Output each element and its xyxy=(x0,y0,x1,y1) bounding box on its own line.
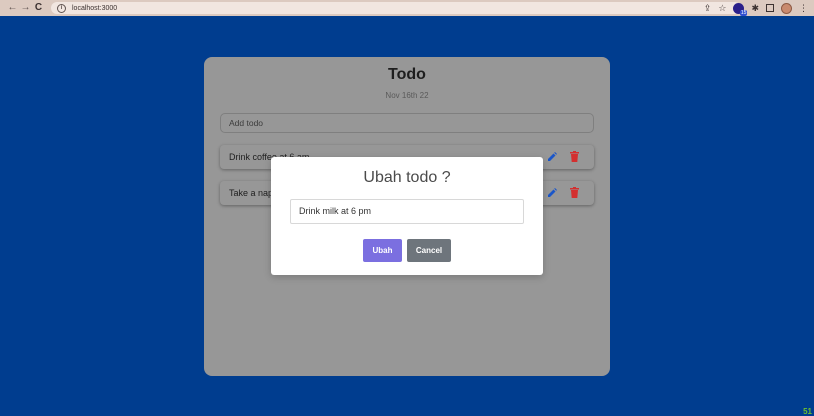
todo-text: Take a nap xyxy=(229,188,274,198)
pencil-edit-icon[interactable] xyxy=(547,152,557,162)
profile-avatar[interactable] xyxy=(781,2,792,14)
share-icon[interactable]: ⇪ xyxy=(704,0,712,16)
trash-delete-icon[interactable] xyxy=(570,151,579,162)
edit-todo-modal: Ubah todo ? Drink milk at 6 pm Ubah Canc… xyxy=(271,157,543,275)
side-panel-icon[interactable] xyxy=(766,4,774,12)
cancel-button[interactable]: Cancel xyxy=(407,239,451,262)
app-title: Todo xyxy=(388,66,426,83)
bookmark-star-icon[interactable]: ☆ xyxy=(718,0,726,16)
address-bar[interactable]: i localhost:3000 xyxy=(51,2,741,14)
menu-kebab-icon[interactable]: ⋮ xyxy=(799,0,808,16)
ubah-button[interactable]: Ubah xyxy=(363,239,402,262)
puzzle-extensions-icon[interactable]: ✱ xyxy=(751,0,759,16)
add-todo-input[interactable]: Add todo xyxy=(220,113,594,133)
trash-delete-icon[interactable] xyxy=(570,187,579,198)
pencil-edit-icon[interactable] xyxy=(547,188,557,198)
browser-actions: ⇪ ☆ 15 ✱ ⋮ xyxy=(704,0,808,16)
forward-icon[interactable]: → xyxy=(19,0,32,16)
back-icon[interactable]: ← xyxy=(6,0,19,16)
browser-toolbar: ← → C i localhost:3000 ⇪ ☆ 15 ✱ ⋮ xyxy=(0,0,814,16)
corner-indicator: 51 xyxy=(803,407,812,416)
modal-title: Ubah todo ? xyxy=(363,169,451,186)
info-icon[interactable]: i xyxy=(57,3,66,13)
edit-todo-input[interactable]: Drink milk at 6 pm xyxy=(290,199,524,224)
extension-badge-count: 15 xyxy=(739,9,748,16)
url-text: localhost:3000 xyxy=(72,4,118,12)
extension-icon[interactable]: 15 xyxy=(733,2,748,16)
reload-icon[interactable]: C xyxy=(32,0,45,16)
app-date: Nov 16th 22 xyxy=(385,91,429,100)
